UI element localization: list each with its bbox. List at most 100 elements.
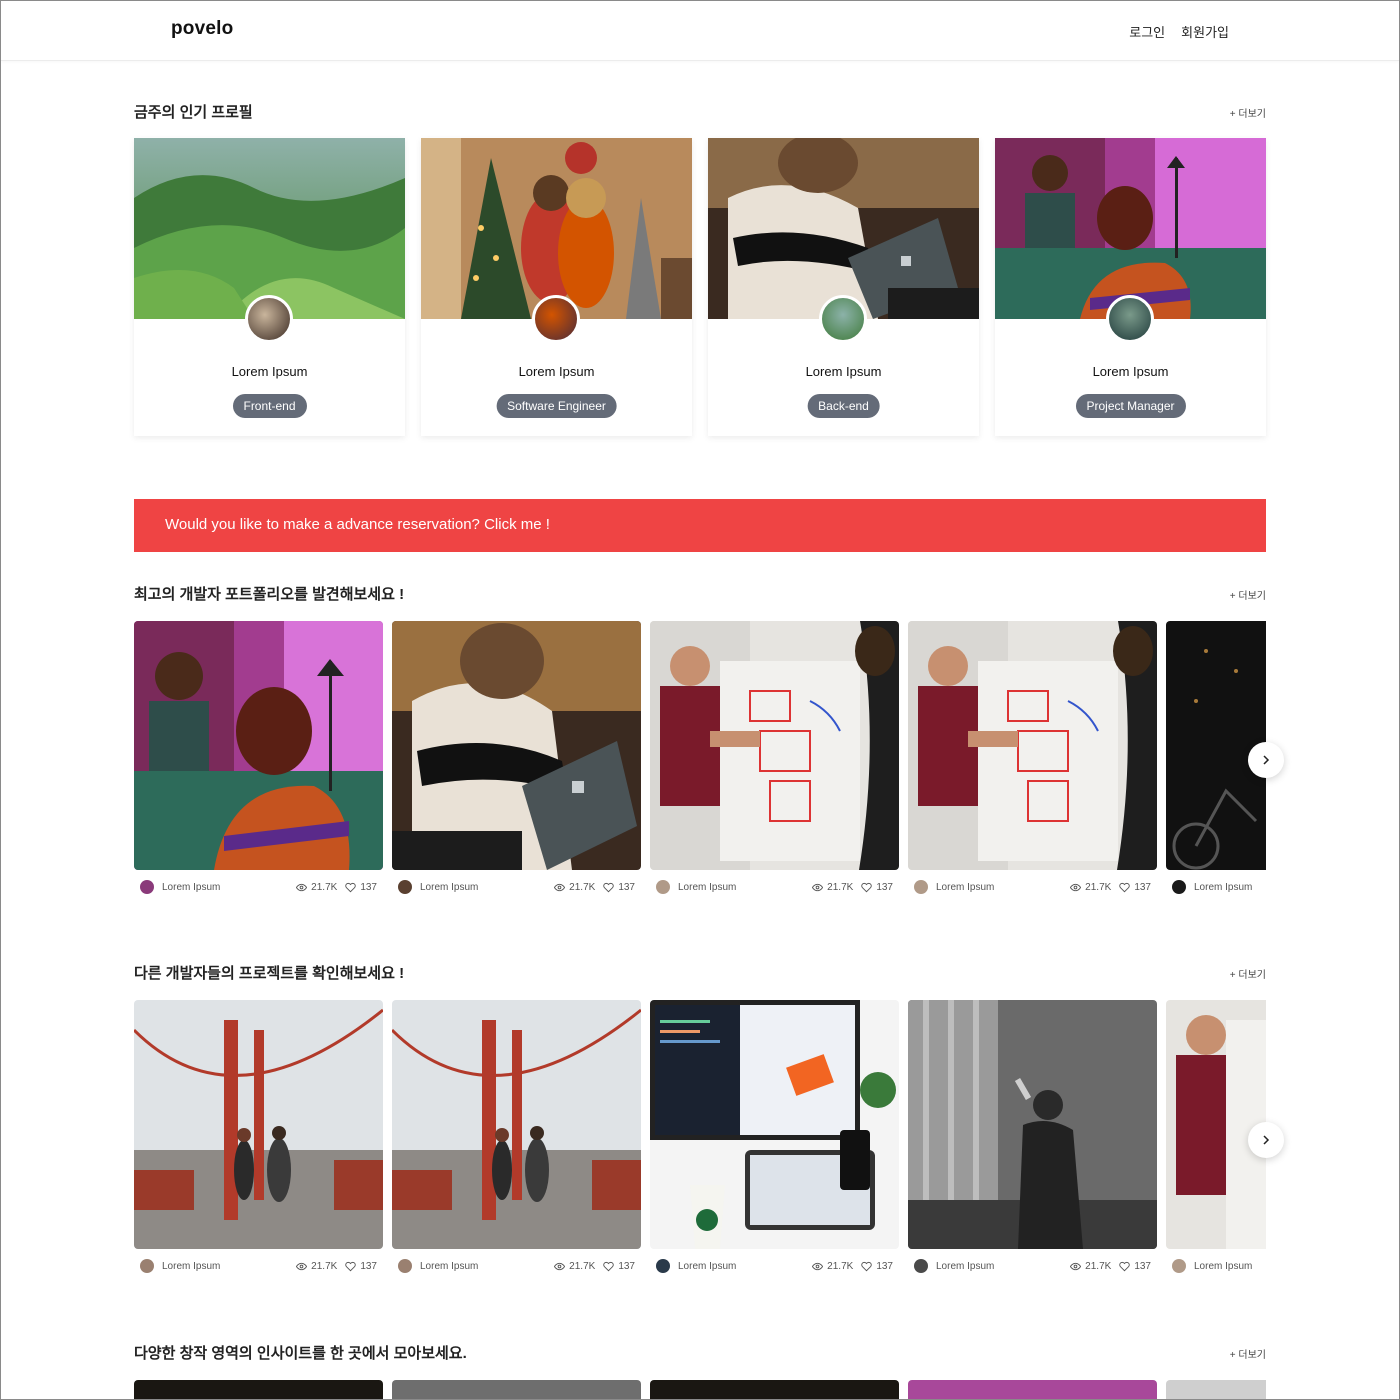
project-thumbnail bbox=[134, 1000, 383, 1249]
insight-thumbnail[interactable] bbox=[134, 1380, 383, 1400]
insight-thumbnail[interactable] bbox=[392, 1380, 641, 1400]
project-stats: 21.7K 137 bbox=[812, 1261, 893, 1272]
heart-icon[interactable] bbox=[1119, 1261, 1131, 1272]
view-count: 21.7K bbox=[311, 1260, 338, 1272]
profile-card[interactable]: Lorem Ipsum Project Manager bbox=[995, 138, 1266, 436]
project-next-button[interactable] bbox=[1248, 1122, 1284, 1158]
heart-icon[interactable] bbox=[345, 882, 357, 893]
portfolio-next-button[interactable] bbox=[1248, 742, 1284, 778]
profile-avatar bbox=[819, 295, 867, 343]
eye-icon bbox=[1070, 883, 1082, 891]
project-card[interactable]: Lorem Ipsum 21.7K 137 bbox=[134, 1000, 383, 1283]
like-count: 137 bbox=[618, 881, 635, 893]
profile-role-tag: Back-end bbox=[807, 394, 880, 418]
eye-icon bbox=[554, 1262, 566, 1270]
portfolio-meta: Lorem Ipsum 21.7K 137 bbox=[650, 870, 899, 904]
reservation-banner[interactable]: Would you like to make a advance reserva… bbox=[134, 499, 1266, 552]
author-name[interactable]: Lorem Ipsum bbox=[678, 1261, 812, 1272]
project-thumbnail bbox=[392, 1000, 641, 1249]
insight-thumbnail[interactable] bbox=[908, 1380, 1157, 1400]
portfolio-thumbnail bbox=[134, 621, 383, 870]
heart-icon[interactable] bbox=[603, 1261, 615, 1272]
more-link-portfolios[interactable]: + 더보기 bbox=[1230, 587, 1266, 602]
eye-icon bbox=[296, 1262, 308, 1270]
eye-icon bbox=[1070, 1262, 1082, 1270]
login-link[interactable]: 로그인 bbox=[1129, 22, 1165, 41]
like-count: 137 bbox=[360, 1260, 377, 1272]
profile-card-list: Lorem Ipsum Front-end Lorem Ipsum Softwa… bbox=[134, 138, 1266, 438]
heart-icon[interactable] bbox=[603, 882, 615, 893]
heart-icon[interactable] bbox=[345, 1261, 357, 1272]
project-card[interactable]: Lorem Ipsum 21.7K 137 bbox=[908, 1000, 1157, 1283]
insight-thumbnail[interactable] bbox=[650, 1380, 899, 1400]
profile-card[interactable]: Lorem Ipsum Front-end bbox=[134, 138, 405, 436]
author-name[interactable]: Lorem Ipsum bbox=[420, 882, 554, 893]
profile-card[interactable]: Lorem Ipsum Software Engineer bbox=[421, 138, 692, 436]
more-link-popular-profiles[interactable]: + 더보기 bbox=[1230, 105, 1266, 120]
portfolio-stats: 21.7K 137 bbox=[1070, 882, 1151, 893]
signup-link[interactable]: 회원가입 bbox=[1181, 22, 1229, 41]
like-count: 137 bbox=[618, 1260, 635, 1272]
project-meta: Lorem Ipsum 21.7K 137 bbox=[650, 1249, 899, 1283]
author-name[interactable]: Lorem Ipsum bbox=[936, 882, 1070, 893]
portfolio-thumbnail bbox=[1166, 621, 1266, 870]
profile-card[interactable]: Lorem Ipsum Back-end bbox=[708, 138, 979, 436]
author-name[interactable]: Lorem Ipsum bbox=[936, 1261, 1070, 1272]
portfolio-meta: Lorem Ipsum bbox=[1166, 870, 1266, 904]
site-logo[interactable]: povelo bbox=[171, 18, 233, 40]
chevron-right-icon bbox=[1263, 755, 1270, 765]
portfolio-card[interactable]: Lorem Ipsum 21.7K 137 bbox=[908, 621, 1157, 904]
profile-name: Lorem Ipsum bbox=[805, 364, 882, 379]
section-title-projects: 다른 개발자들의 프로젝트를 확인해보세요 ! bbox=[134, 965, 405, 982]
author-name[interactable]: Lorem Ipsum bbox=[1194, 882, 1266, 893]
like-count: 137 bbox=[876, 1260, 893, 1272]
author-name[interactable]: Lorem Ipsum bbox=[162, 882, 296, 893]
author-avatar bbox=[914, 880, 928, 894]
section-title-popular-profiles: 금주의 인기 프로필 bbox=[134, 104, 253, 121]
profile-name: Lorem Ipsum bbox=[1092, 364, 1169, 379]
like-count: 137 bbox=[360, 881, 377, 893]
view-count: 21.7K bbox=[827, 1260, 854, 1272]
project-meta: Lorem Ipsum 21.7K 137 bbox=[392, 1249, 641, 1283]
project-stats: 21.7K 137 bbox=[296, 1261, 377, 1272]
project-stats: 21.7K 137 bbox=[1070, 1261, 1151, 1272]
project-card[interactable]: Lorem Ipsum 21.7K 137 bbox=[650, 1000, 899, 1283]
view-count: 21.7K bbox=[827, 881, 854, 893]
view-count: 21.7K bbox=[311, 881, 338, 893]
view-count: 21.7K bbox=[569, 1260, 596, 1272]
profile-avatar bbox=[245, 295, 293, 343]
project-card[interactable]: Lorem Ipsum 21.7K 137 bbox=[392, 1000, 641, 1283]
portfolio-stats: 21.7K 137 bbox=[812, 882, 893, 893]
profile-cover-image bbox=[708, 138, 979, 319]
more-link-projects[interactable]: + 더보기 bbox=[1230, 966, 1266, 981]
portfolio-card[interactable]: Lorem Ipsum 21.7K 137 bbox=[650, 621, 899, 904]
author-name[interactable]: Lorem Ipsum bbox=[162, 1261, 296, 1272]
more-link-insights[interactable]: + 더보기 bbox=[1230, 1346, 1266, 1361]
portfolio-meta: Lorem Ipsum 21.7K 137 bbox=[908, 870, 1157, 904]
heart-icon[interactable] bbox=[1119, 882, 1131, 893]
portfolio-card[interactable]: Lorem Ipsum 21.7K 137 bbox=[134, 621, 383, 904]
eye-icon bbox=[554, 883, 566, 891]
heart-icon[interactable] bbox=[861, 882, 873, 893]
portfolio-thumbnail bbox=[650, 621, 899, 870]
portfolio-meta: Lorem Ipsum 21.7K 137 bbox=[134, 870, 383, 904]
author-name[interactable]: Lorem Ipsum bbox=[1194, 1261, 1266, 1272]
heart-icon[interactable] bbox=[861, 1261, 873, 1272]
like-count: 137 bbox=[876, 881, 893, 893]
view-count: 21.7K bbox=[1085, 1260, 1112, 1272]
project-thumbnail bbox=[908, 1000, 1157, 1249]
insight-carousel-peek bbox=[134, 1380, 1266, 1400]
profile-role-tag: Project Manager bbox=[1075, 394, 1186, 418]
profile-name: Lorem Ipsum bbox=[231, 364, 308, 379]
author-avatar bbox=[398, 1259, 412, 1273]
project-thumbnail bbox=[650, 1000, 899, 1249]
project-thumbnail bbox=[1166, 1000, 1266, 1249]
author-name[interactable]: Lorem Ipsum bbox=[678, 882, 812, 893]
profile-name: Lorem Ipsum bbox=[518, 364, 595, 379]
insight-thumbnail[interactable] bbox=[1166, 1380, 1266, 1400]
author-name[interactable]: Lorem Ipsum bbox=[420, 1261, 554, 1272]
project-carousel: Lorem Ipsum 21.7K 137 Lorem Ipsum 21.7K … bbox=[134, 1000, 1266, 1285]
view-count: 21.7K bbox=[1085, 881, 1112, 893]
portfolio-card[interactable]: Lorem Ipsum 21.7K 137 bbox=[392, 621, 641, 904]
section-title-insights: 다양한 창작 영역의 인사이트를 한 곳에서 모아보세요. bbox=[134, 1345, 467, 1362]
